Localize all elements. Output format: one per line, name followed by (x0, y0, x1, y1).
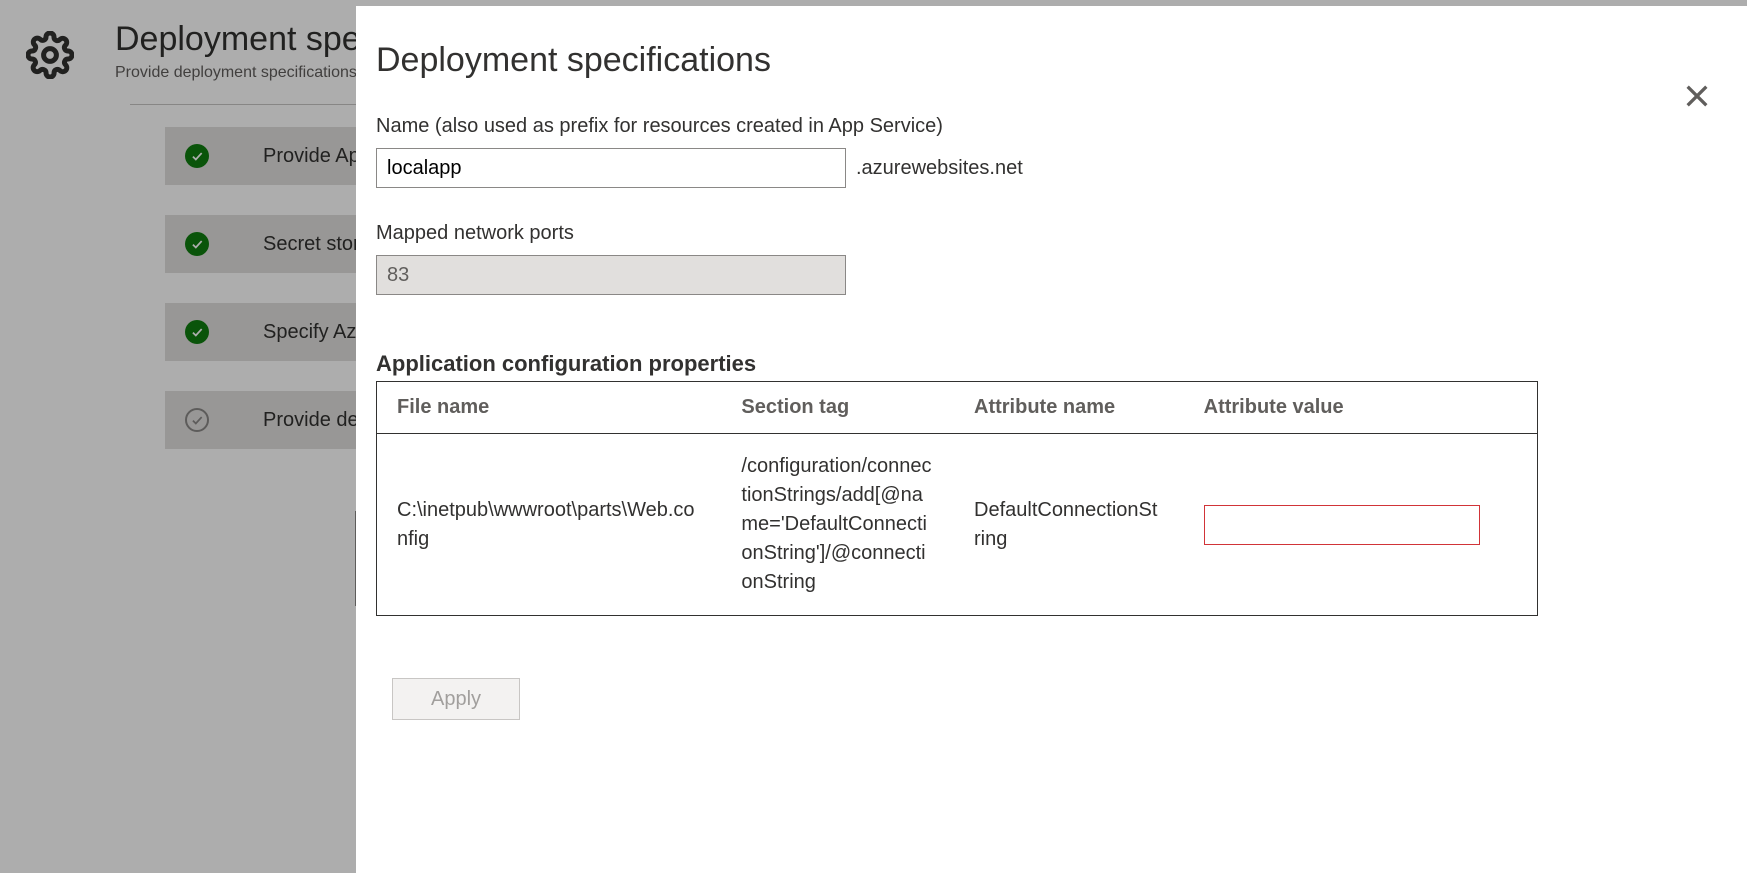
properties-table: File name Section tag Attribute name Att… (376, 381, 1538, 616)
column-attribute-value: Attribute value (1184, 382, 1537, 433)
close-button[interactable] (1677, 76, 1717, 116)
cell-file-name: C:\inetpub\wwwroot\parts\Web.config (377, 478, 721, 572)
name-label: Name (also used as prefix for resources … (376, 115, 1697, 138)
attribute-value-input[interactable] (1204, 505, 1480, 545)
column-attribute-name: Attribute name (954, 382, 1184, 433)
domain-suffix: .azurewebsites.net (856, 157, 1023, 180)
cell-section-tag: /configuration/connectionStrings/add[@na… (721, 434, 954, 615)
name-input[interactable] (376, 148, 846, 188)
modal-title: Deployment specifications (376, 41, 1697, 80)
ports-label: Mapped network ports (376, 222, 1697, 245)
apply-button[interactable]: Apply (392, 678, 520, 720)
column-file-name: File name (377, 382, 721, 433)
table-row: C:\inetpub\wwwroot\parts\Web.config /con… (377, 434, 1537, 615)
cell-attribute-name: DefaultConnectionString (954, 478, 1184, 572)
ports-input (376, 255, 846, 295)
column-section-tag: Section tag (721, 382, 954, 433)
app-config-heading: Application configuration properties (376, 351, 1697, 377)
deployment-specs-modal: Deployment specifications Name (also use… (356, 6, 1747, 873)
